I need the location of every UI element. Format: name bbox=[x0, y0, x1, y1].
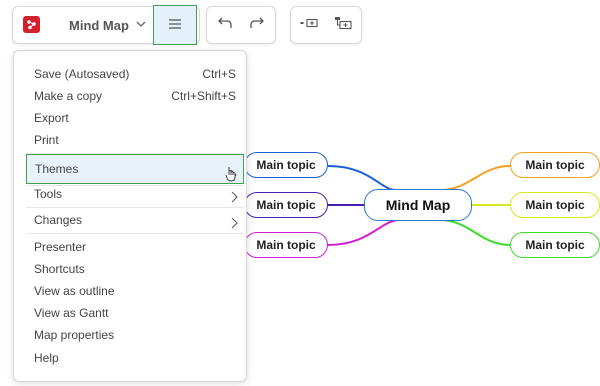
menu-item-label: View as outline bbox=[34, 284, 115, 298]
menu-divider bbox=[26, 207, 244, 208]
insert-sibling-icon bbox=[300, 16, 318, 34]
topic-node-right-3[interactable]: Main topic bbox=[510, 232, 600, 258]
menu-item-label: Themes bbox=[35, 162, 79, 176]
redo-icon bbox=[249, 16, 265, 35]
menu-item-shortcuts[interactable]: Shortcuts bbox=[26, 258, 244, 280]
topic-node-right-2[interactable]: Main topic bbox=[510, 192, 600, 218]
insert-toolbar bbox=[290, 6, 362, 44]
menu-item-label: Tools bbox=[34, 187, 63, 201]
menu-item-label: Export bbox=[34, 111, 69, 125]
hamburger-menu-icon bbox=[169, 16, 181, 34]
redo-button[interactable] bbox=[243, 12, 271, 38]
mindmap-logo-icon[interactable] bbox=[23, 16, 40, 33]
insert-child-icon bbox=[334, 16, 352, 35]
menu-item-label: Print bbox=[34, 133, 59, 147]
menu-item-label: View as Gantt bbox=[34, 306, 109, 320]
chevron-down-icon[interactable] bbox=[135, 17, 147, 35]
menu-item-make-copy[interactable]: Make a copy Ctrl+Shift+S bbox=[26, 85, 244, 107]
topic-node-left-2[interactable]: Main topic bbox=[244, 192, 328, 218]
document-toolbar: Mind Map bbox=[12, 5, 200, 45]
topic-label: Main topic bbox=[525, 238, 585, 252]
central-topic-node[interactable]: Mind Map bbox=[364, 189, 472, 221]
central-topic-label: Mind Map bbox=[385, 197, 451, 213]
main-menu-dropdown: Save (Autosaved) Ctrl+S Make a copy Ctrl… bbox=[13, 50, 247, 382]
menu-item-shortcut: Ctrl+S bbox=[202, 67, 236, 81]
topic-label: Main topic bbox=[256, 238, 316, 252]
menu-item-label: Presenter bbox=[34, 240, 87, 254]
insert-sibling-button[interactable] bbox=[295, 12, 323, 38]
topic-node-right-1[interactable]: Main topic bbox=[510, 152, 600, 178]
menu-item-view-gantt[interactable]: View as Gantt bbox=[26, 302, 244, 324]
menu-item-label: Changes bbox=[34, 213, 83, 227]
menu-item-help[interactable]: Help bbox=[26, 347, 244, 369]
menu-item-tools[interactable]: Tools bbox=[26, 183, 244, 205]
insert-child-button[interactable] bbox=[329, 12, 357, 38]
menu-item-save[interactable]: Save (Autosaved) Ctrl+S bbox=[26, 63, 244, 85]
menu-item-presenter[interactable]: Presenter bbox=[26, 236, 244, 258]
document-title[interactable]: Mind Map bbox=[69, 18, 129, 33]
topic-node-left-1[interactable]: Main topic bbox=[244, 152, 328, 178]
menu-item-label: Make a copy bbox=[34, 89, 103, 103]
topic-label: Main topic bbox=[525, 198, 585, 212]
menu-item-changes[interactable]: Changes bbox=[26, 209, 244, 231]
topic-label: Main topic bbox=[256, 198, 316, 212]
menu-item-view-outline[interactable]: View as outline bbox=[26, 280, 244, 302]
topic-label: Main topic bbox=[525, 158, 585, 172]
topic-label: Main topic bbox=[256, 158, 316, 172]
menu-item-themes[interactable]: Themes bbox=[26, 154, 244, 184]
history-toolbar bbox=[206, 6, 276, 44]
menu-item-map-properties[interactable]: Map properties bbox=[26, 324, 244, 346]
menu-item-label: Shortcuts bbox=[34, 262, 85, 276]
hand-cursor-icon bbox=[225, 167, 236, 182]
main-menu-button[interactable] bbox=[153, 5, 197, 45]
menu-item-print[interactable]: Print bbox=[26, 129, 244, 151]
menu-item-shortcut: Ctrl+Shift+S bbox=[171, 89, 236, 103]
menu-item-export[interactable]: Export bbox=[26, 107, 244, 129]
menu-item-label: Save (Autosaved) bbox=[34, 67, 130, 81]
undo-button[interactable] bbox=[211, 12, 239, 38]
undo-icon bbox=[217, 16, 233, 35]
topic-node-left-3[interactable]: Main topic bbox=[244, 232, 328, 258]
menu-item-label: Map properties bbox=[34, 328, 115, 342]
menu-divider bbox=[26, 233, 244, 234]
menu-item-label: Help bbox=[34, 351, 59, 365]
